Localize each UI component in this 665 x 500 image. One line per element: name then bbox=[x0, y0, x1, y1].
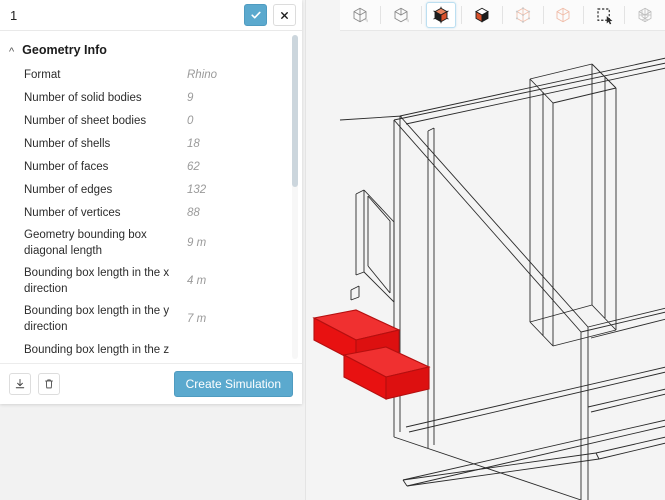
property-row: Geometry bounding box diagonal length 9 m bbox=[0, 224, 302, 262]
panel-header: 1 bbox=[0, 0, 302, 31]
chevron-up-icon[interactable]: ^ bbox=[9, 46, 14, 58]
panel-scrollbar[interactable] bbox=[292, 35, 298, 359]
panel-scrollbar-thumb[interactable] bbox=[292, 35, 298, 187]
create-simulation-button[interactable]: Create Simulation bbox=[173, 371, 293, 397]
property-value: 9 bbox=[187, 91, 194, 104]
property-value: 4 m bbox=[187, 275, 207, 287]
toolbar-separator bbox=[623, 6, 625, 24]
geometry-info-panel: 1 ^ Geometry Info Format Rhino Number of s… bbox=[0, 0, 302, 404]
property-row: Format Rhino bbox=[0, 63, 302, 86]
panel-title: 1 bbox=[10, 7, 18, 23]
property-label: Format bbox=[24, 68, 61, 81]
trash-icon[interactable] bbox=[38, 373, 60, 395]
view-shaded-flat-icon[interactable] bbox=[467, 2, 497, 28]
property-row: Number of vertices 88 bbox=[0, 201, 302, 224]
property-label: Number of solid bodies bbox=[24, 91, 142, 104]
toolbar-separator bbox=[542, 6, 544, 24]
property-label: Number of vertices bbox=[24, 206, 121, 219]
property-row: Bounding box length in the x direction 4 … bbox=[0, 262, 302, 300]
toolbar-separator bbox=[501, 6, 503, 24]
property-label: Bounding box length in the z bbox=[24, 343, 170, 356]
toolbar-separator bbox=[583, 6, 585, 24]
close-icon[interactable] bbox=[273, 4, 296, 26]
panel-body: ^ Geometry Info Format Rhino Number of sol… bbox=[0, 31, 302, 363]
property-label: Bounding box length in the y direction bbox=[24, 305, 170, 333]
application-root: 1 ^ Geometry Info Format Rhino Number of s… bbox=[0, 0, 665, 500]
download-icon[interactable] bbox=[9, 373, 31, 395]
view-points-icon[interactable] bbox=[508, 2, 538, 28]
panel-footer: Create Simulation bbox=[0, 363, 302, 404]
property-label: Geometry bounding box diagonal length bbox=[24, 229, 147, 257]
property-label: Number of edges bbox=[24, 183, 113, 196]
view-transparent-icon[interactable] bbox=[548, 2, 578, 28]
property-list: Format Rhino Number of solid bodies 9 Number… bbox=[0, 63, 302, 361]
property-value: 9 m bbox=[187, 237, 207, 249]
property-row: Bounding box length in the z bbox=[0, 338, 302, 361]
toolbar-separator bbox=[420, 6, 422, 24]
property-row: Bounding box length in the y direction 7 … bbox=[0, 300, 302, 338]
section-title: Geometry Info bbox=[22, 43, 107, 57]
viewport-display-toolbar[interactable] bbox=[340, 0, 665, 31]
view-shaded-solid-icon[interactable] bbox=[426, 2, 457, 28]
property-value: 132 bbox=[187, 183, 207, 196]
property-label: Number of shells bbox=[24, 137, 111, 150]
property-value: 62 bbox=[187, 160, 200, 173]
property-value: 0 bbox=[187, 114, 194, 127]
property-value: 18 bbox=[187, 137, 200, 150]
wireframe-model bbox=[312, 57, 665, 500]
view-hidden-line-icon[interactable] bbox=[386, 2, 416, 28]
box-select-icon[interactable] bbox=[589, 2, 619, 28]
view-wireframe-icon[interactable] bbox=[345, 2, 375, 28]
property-label: Number of faces bbox=[24, 160, 109, 173]
properties-scroll-area[interactable]: ^ Geometry Info Format Rhino Number of sol… bbox=[0, 31, 302, 363]
property-row: Number of edges 132 bbox=[0, 178, 302, 201]
property-value: Rhino bbox=[187, 68, 218, 81]
property-row: Number of faces 62 bbox=[0, 155, 302, 178]
property-row: Number of shells 18 bbox=[0, 132, 302, 155]
selected-body-lower bbox=[342, 346, 431, 400]
property-row: Number of sheet bodies 0 bbox=[0, 109, 302, 132]
property-row: Number of solid bodies 9 bbox=[0, 86, 302, 109]
property-value: 7 m bbox=[187, 313, 207, 325]
property-label: Bounding box length in the x direction bbox=[24, 267, 170, 295]
toolbar-separator bbox=[461, 6, 463, 24]
geometry-viewport[interactable] bbox=[305, 0, 665, 500]
property-value: 88 bbox=[187, 206, 200, 219]
toolbar-separator bbox=[379, 6, 381, 24]
check-icon[interactable] bbox=[244, 4, 267, 26]
geometry-info-section-header[interactable]: ^ Geometry Info bbox=[0, 39, 302, 63]
mesh-view-icon[interactable] bbox=[630, 2, 660, 28]
property-label: Number of sheet bodies bbox=[24, 114, 147, 127]
